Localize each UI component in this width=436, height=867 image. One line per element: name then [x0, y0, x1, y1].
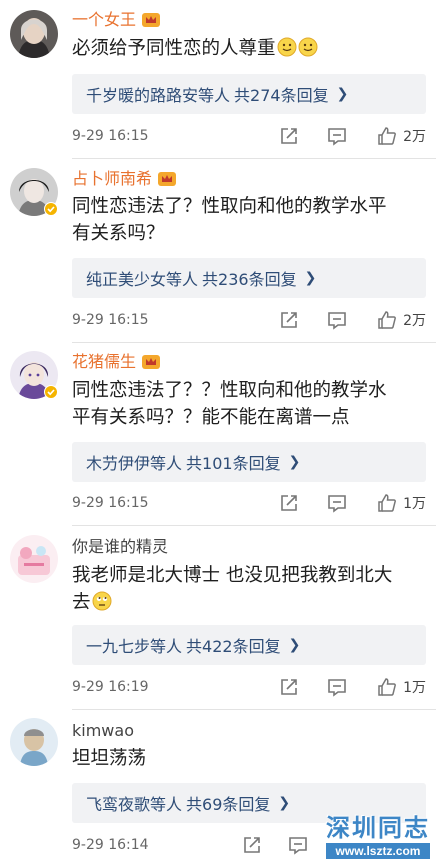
comment-line: 坦坦荡荡	[72, 748, 147, 769]
reply-count[interactable]: 共101条回复	[186, 450, 281, 474]
comment-time: 9-29 16:19	[72, 679, 149, 695]
username[interactable]: 花猪儒生	[72, 352, 161, 372]
reply-count[interactable]: 共236条回复	[202, 266, 297, 290]
thumbs-up-icon[interactable]	[377, 126, 397, 146]
comment-text: 我老师是北大博士 也没见把我教到北大 去	[72, 562, 424, 616]
comment-icon[interactable]	[327, 493, 347, 513]
comment-line: 同性恋违法了？？性取向和他的教学水	[72, 380, 387, 401]
username[interactable]: 一个女王	[72, 10, 161, 30]
thumbs-up-icon[interactable]	[377, 677, 397, 697]
reply-users[interactable]: 飞鸾夜歌	[86, 791, 150, 815]
watermark-title: 深圳同志	[326, 813, 430, 842]
reply-count[interactable]: 共69条回复	[186, 791, 270, 815]
vip-crown-icon	[158, 171, 177, 187]
avatar[interactable]	[10, 718, 58, 766]
comment-time: 9-29 16:15	[72, 495, 149, 511]
username-text[interactable]: 占卜师南希	[72, 169, 152, 189]
comment-line: 必须给予同性恋的人尊重	[72, 38, 276, 59]
thumbs-up-icon[interactable]	[377, 493, 397, 513]
comment-icon[interactable]	[327, 677, 347, 697]
username[interactable]: kimwao	[72, 721, 134, 741]
comment-icon[interactable]	[288, 835, 308, 855]
divider	[72, 158, 436, 159]
comment-meta: 9-29 16:15 2万	[72, 124, 426, 148]
reply-count[interactable]: 共274条回复	[234, 82, 329, 106]
like-count: 2万	[403, 313, 426, 329]
comment-time: 9-29 16:15	[72, 312, 149, 328]
comment-meta: 9-29 16:19 1万	[72, 675, 426, 699]
share-icon[interactable]	[279, 126, 299, 146]
comment-line: 去	[72, 592, 91, 613]
reply-count[interactable]: 共422条回复	[186, 633, 281, 657]
chevron-right-icon: ❯	[336, 86, 349, 102]
reply-users[interactable]: 木芀伊伊	[86, 450, 150, 474]
comment-line: 有关系吗？	[72, 223, 165, 244]
share-icon[interactable]	[279, 493, 299, 513]
username[interactable]: 占卜师南希	[72, 169, 177, 189]
divider	[72, 709, 436, 710]
thumbs-up-icon[interactable]	[377, 310, 397, 330]
reply-summary-link[interactable]: 千岁暖的路路安 等人 共274条回复 ❯	[72, 74, 426, 114]
comment-text: 必须给予同性恋的人尊重	[72, 35, 424, 62]
divider	[72, 342, 436, 343]
smile-emoji	[298, 37, 318, 57]
vip-crown-icon	[142, 12, 161, 28]
vip-crown-icon	[142, 354, 161, 370]
verified-badge-icon	[44, 202, 58, 216]
reply-suffix: 等人	[150, 795, 183, 814]
username-text[interactable]: 你是谁的精灵	[72, 537, 168, 557]
share-icon[interactable]	[279, 677, 299, 697]
comment-line: 我老师是北大博士 也没见把我教到北大	[72, 565, 393, 586]
comment-line: 平有关系吗？？能不能在离谱一点	[72, 407, 350, 428]
comment-meta: 9-29 16:15 2万	[72, 308, 426, 332]
comment-meta: 9-29 16:15 1万	[72, 491, 426, 515]
avatar[interactable]	[10, 535, 58, 583]
reply-suffix: 等人	[198, 86, 231, 105]
share-icon[interactable]	[242, 835, 262, 855]
avatar[interactable]	[10, 10, 58, 58]
reply-suffix: 等人	[150, 454, 183, 473]
comment-text: 同性恋违法了？性取向和他的教学水平 有关系吗？	[72, 193, 424, 247]
smile-emoji	[277, 37, 297, 57]
username-text[interactable]: 花猪儒生	[72, 352, 136, 372]
verified-badge-icon	[44, 385, 58, 399]
username-text[interactable]: 一个女王	[72, 10, 136, 30]
comment-time: 9-29 16:15	[72, 128, 149, 144]
reply-users[interactable]: 纯正美少女	[86, 266, 166, 290]
reply-users[interactable]: 一九七步	[86, 633, 150, 657]
chevron-right-icon: ❯	[304, 270, 317, 286]
comment-time: 9-29 16:14	[72, 837, 149, 853]
like-count: 2万	[403, 129, 426, 145]
comment-text: 同性恋违法了？？性取向和他的教学水 平有关系吗？？能不能在离谱一点	[72, 377, 424, 431]
comment-text: 坦坦荡荡	[72, 745, 424, 772]
watermark-url: www.lsztz.com	[326, 843, 430, 859]
reply-summary-link[interactable]: 木芀伊伊 等人 共101条回复 ❯	[72, 442, 426, 482]
comment-line: 同性恋违法了？性取向和他的教学水平	[72, 196, 387, 217]
comment-icon[interactable]	[327, 126, 347, 146]
reply-summary-link[interactable]: 纯正美少女 等人 共236条回复 ❯	[72, 258, 426, 298]
divider	[72, 525, 436, 526]
reply-summary-link[interactable]: 一九七步 等人 共422条回复 ❯	[72, 625, 426, 665]
like-count: 1万	[403, 496, 426, 512]
watermark: 深圳同志 www.lsztz.com	[326, 814, 430, 859]
chevron-right-icon: ❯	[288, 454, 301, 470]
reply-suffix: 等人	[166, 270, 199, 289]
comment-icon[interactable]	[327, 310, 347, 330]
reply-suffix: 等人	[150, 637, 183, 656]
reply-users[interactable]: 千岁暖的路路安	[86, 82, 198, 106]
like-count: 1万	[403, 680, 426, 696]
chevron-right-icon: ❯	[278, 795, 291, 811]
username-text[interactable]: kimwao	[72, 721, 134, 741]
share-icon[interactable]	[279, 310, 299, 330]
eyeroll-emoji	[92, 591, 112, 611]
chevron-right-icon: ❯	[288, 637, 301, 653]
username[interactable]: 你是谁的精灵	[72, 537, 168, 557]
